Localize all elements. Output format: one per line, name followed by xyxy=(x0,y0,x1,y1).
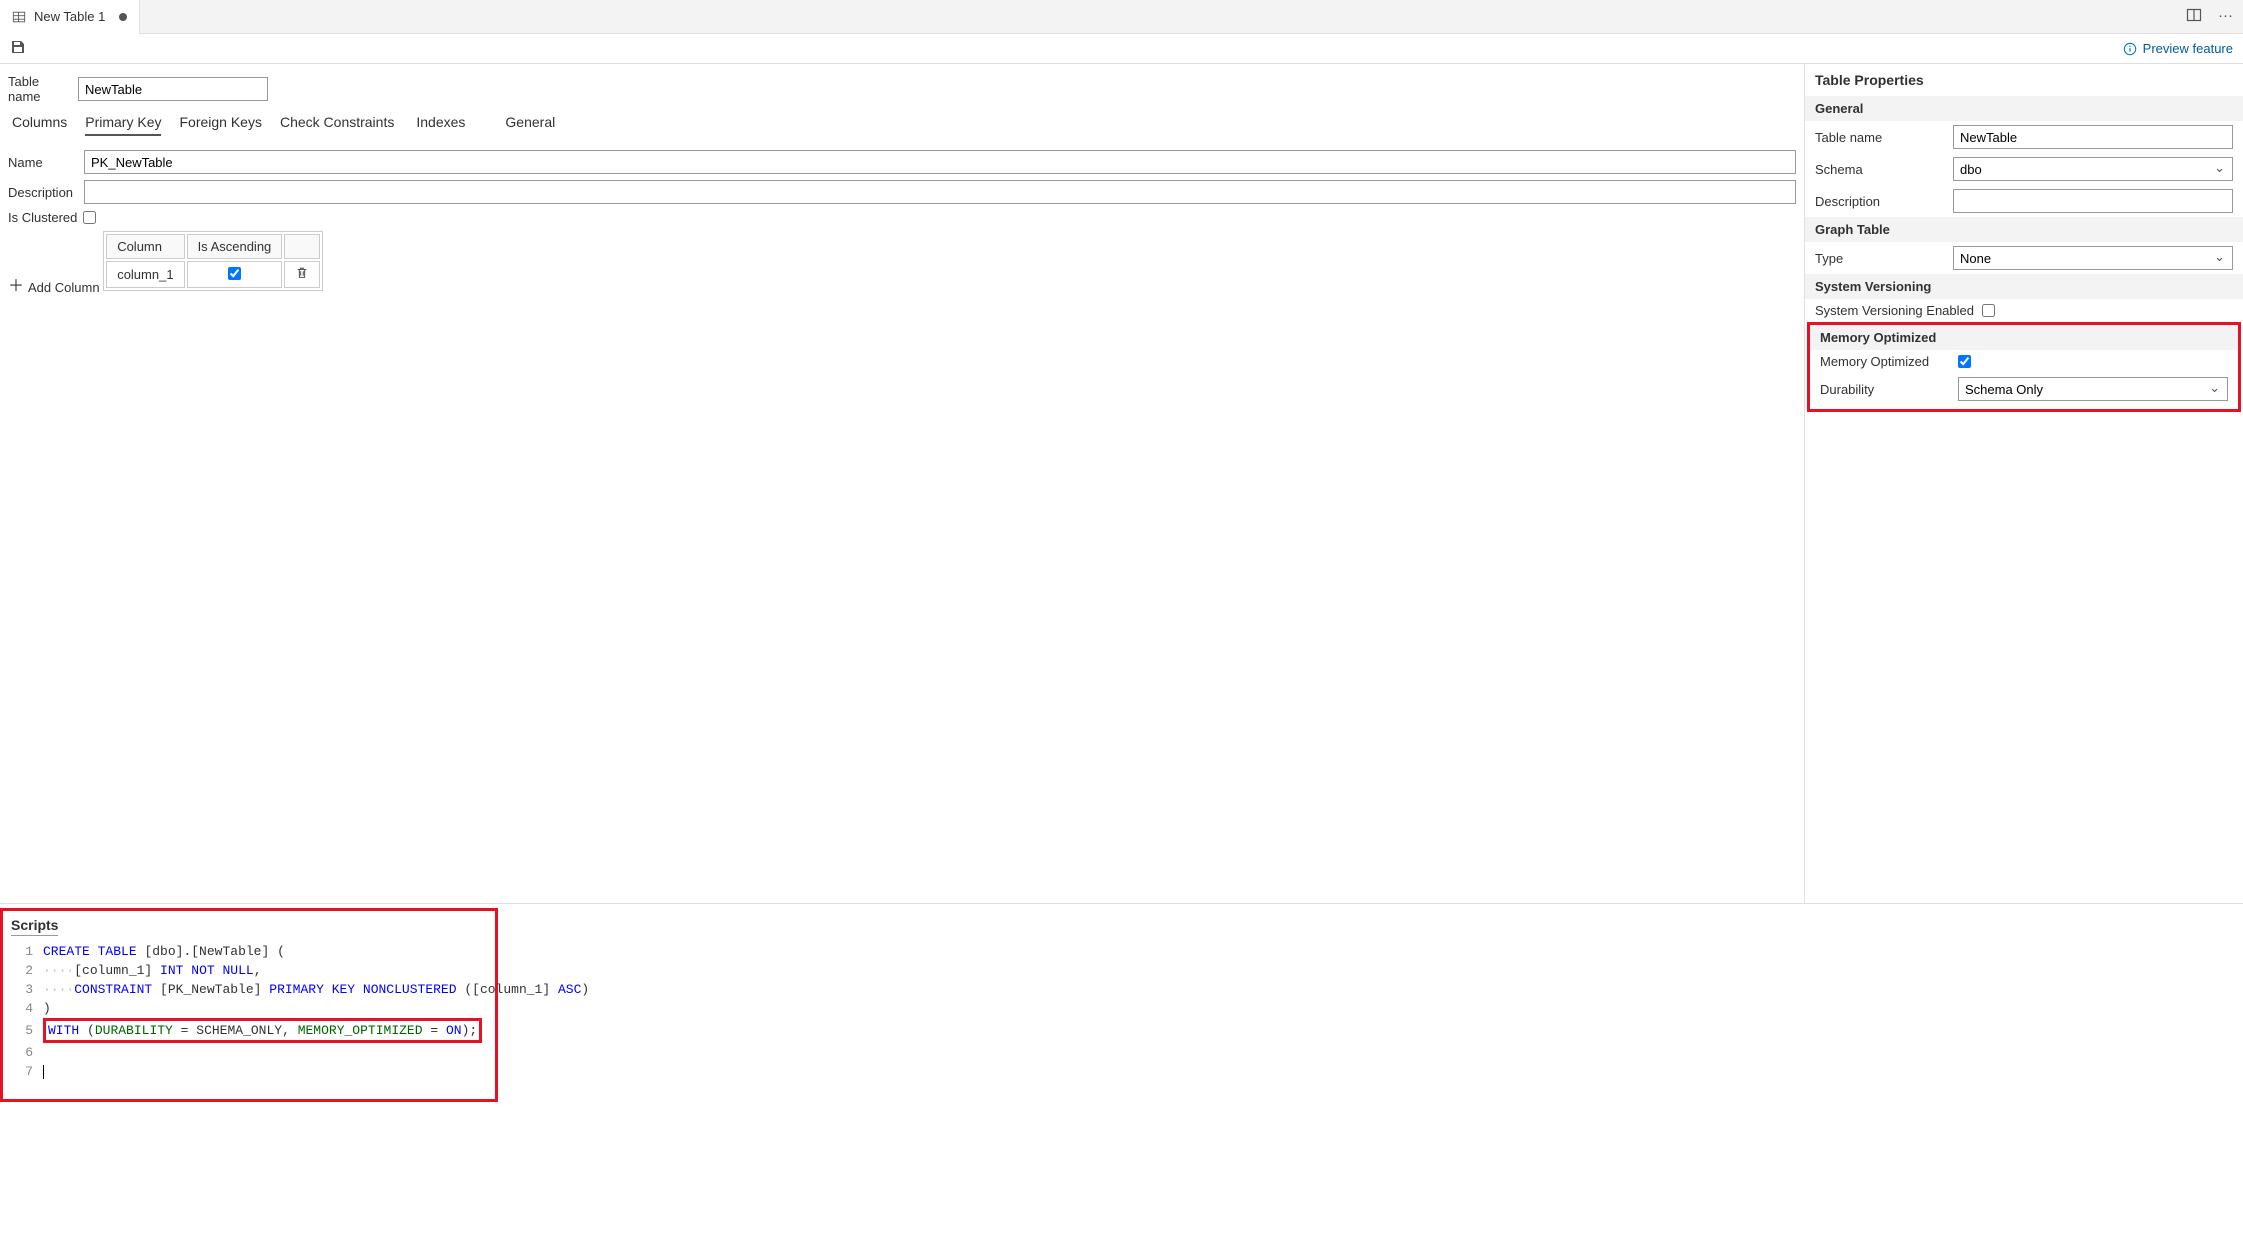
pk-description-label: Description xyxy=(8,185,76,200)
add-column-button[interactable]: ＋ Add Column xyxy=(8,279,100,295)
code-token: NONCLUSTERED xyxy=(363,982,457,997)
code-token: ) xyxy=(581,982,589,997)
code-token: [dbo].[NewTable] ( xyxy=(144,944,284,959)
tab-primary-key[interactable]: Primary Key xyxy=(85,114,161,136)
code-token: DURABILITY xyxy=(95,1023,173,1038)
prop-schema-select[interactable] xyxy=(1953,157,2233,181)
prop-durability-label: Durability xyxy=(1820,382,1950,397)
prop-type-label: Type xyxy=(1815,251,1945,266)
code-token: ) xyxy=(43,1001,51,1016)
code-token: INT xyxy=(160,963,183,978)
section-graph-table: Graph Table xyxy=(1805,217,2243,242)
section-memory-optimized: Memory Optimized xyxy=(1810,325,2238,350)
editor-tab[interactable]: New Table 1 xyxy=(0,0,140,34)
is-ascending-checkbox[interactable] xyxy=(228,267,241,280)
code-token: NULL xyxy=(222,963,253,978)
grid-hdr-ascending[interactable]: Is Ascending xyxy=(187,234,283,259)
script-editor[interactable]: 1CREATE TABLE [dbo].[NewTable] (2····[co… xyxy=(11,942,487,1081)
prop-durability-select[interactable] xyxy=(1958,377,2228,401)
code-token: = xyxy=(430,1023,446,1038)
grid-hdr-column[interactable]: Column xyxy=(106,234,184,259)
info-icon xyxy=(2123,42,2137,56)
delete-row-icon[interactable] xyxy=(295,266,309,280)
tab-bar-actions: ··· xyxy=(2186,7,2243,27)
designer-toolbar: Preview feature xyxy=(0,34,2243,64)
prop-description-input[interactable] xyxy=(1953,189,2233,213)
code-token: ON xyxy=(446,1023,462,1038)
prop-memopt-label: Memory Optimized xyxy=(1820,354,1950,369)
dirty-indicator-icon xyxy=(119,13,127,21)
preview-feature-link[interactable]: Preview feature xyxy=(2143,41,2233,56)
tab-check-constraints[interactable]: Check Constraints xyxy=(280,114,394,136)
code-token: KEY xyxy=(332,982,355,997)
add-column-label: Add Column xyxy=(28,280,100,295)
designer-sub-tabs: Columns Primary Key Foreign Keys Check C… xyxy=(12,114,1796,136)
designer-left-pane: Table name Columns Primary Key Foreign K… xyxy=(0,64,1805,903)
code-token: CONSTRAINT xyxy=(74,982,152,997)
plus-icon: ＋ xyxy=(8,279,24,295)
publish-icon[interactable] xyxy=(10,39,26,58)
prop-table-name-input[interactable] xyxy=(1953,125,2233,149)
more-actions-icon[interactable]: ··· xyxy=(2218,7,2233,27)
cursor-icon xyxy=(43,1065,44,1079)
tab-columns[interactable]: Columns xyxy=(12,114,67,136)
section-system-versioning: System Versioning xyxy=(1805,274,2243,299)
is-clustered-checkbox[interactable] xyxy=(83,211,96,224)
section-general: General xyxy=(1805,96,2243,121)
code-token: TABLE xyxy=(98,944,137,959)
code-token: [PK_NewTable] xyxy=(160,982,269,997)
code-token: NOT xyxy=(191,963,214,978)
code-token: PRIMARY xyxy=(269,982,324,997)
prop-sysver-enabled-checkbox[interactable] xyxy=(1982,304,1995,317)
scripts-region: Scripts 1CREATE TABLE [dbo].[NewTable] (… xyxy=(0,908,2243,1102)
code-token: ([column_1] xyxy=(464,982,558,997)
table-properties-pane: Table Properties General Table name Sche… xyxy=(1805,64,2243,903)
tab-title: New Table 1 xyxy=(34,9,105,24)
tab-general[interactable]: General xyxy=(505,114,555,136)
prop-table-name-label: Table name xyxy=(1815,130,1945,145)
code-token: , xyxy=(254,963,262,978)
script-line-highlight: WITH (DURABILITY = SCHEMA_ONLY, MEMORY_O… xyxy=(43,1018,482,1043)
table-name-input[interactable] xyxy=(78,77,268,101)
grid-cell-column[interactable]: column_1 xyxy=(106,261,184,288)
table-row[interactable]: column_1 xyxy=(106,261,320,288)
code-token: MEMORY_OPTIMIZED xyxy=(298,1023,423,1038)
code-token: WITH xyxy=(48,1023,79,1038)
memory-optimized-highlight: Memory Optimized Memory Optimized Durabi… xyxy=(1807,322,2241,412)
properties-title: Table Properties xyxy=(1805,64,2243,96)
split-editor-icon[interactable] xyxy=(2186,7,2202,27)
scripts-title: Scripts xyxy=(11,917,58,936)
code-token: ( xyxy=(87,1023,95,1038)
pk-name-label: Name xyxy=(8,155,76,170)
code-token: = SCHEMA_ONLY, xyxy=(181,1023,298,1038)
pk-name-input[interactable] xyxy=(84,150,1796,174)
code-token: ASC xyxy=(558,982,581,997)
pk-columns-grid: Column Is Ascending column_1 xyxy=(103,231,323,291)
code-token: ); xyxy=(462,1023,478,1038)
prop-memopt-checkbox[interactable] xyxy=(1958,355,1971,368)
prop-type-select[interactable] xyxy=(1953,246,2233,270)
tab-indexes[interactable]: Indexes xyxy=(416,114,465,136)
table-name-label: Table name xyxy=(8,74,70,104)
prop-sysver-enabled-label: System Versioning Enabled xyxy=(1815,303,1974,318)
code-token: [column_1] xyxy=(74,963,160,978)
is-clustered-label: Is Clustered xyxy=(8,210,77,225)
prop-description-label: Description xyxy=(1815,194,1945,209)
pk-description-input[interactable] xyxy=(84,180,1796,204)
scripts-panel: Scripts 1CREATE TABLE [dbo].[NewTable] (… xyxy=(0,908,498,1102)
grid-hdr-actions xyxy=(284,234,320,259)
code-token: CREATE xyxy=(43,944,90,959)
prop-schema-label: Schema xyxy=(1815,162,1945,177)
editor-tab-bar: New Table 1 ··· xyxy=(0,0,2243,34)
tab-foreign-keys[interactable]: Foreign Keys xyxy=(179,114,261,136)
table-icon xyxy=(12,10,26,24)
